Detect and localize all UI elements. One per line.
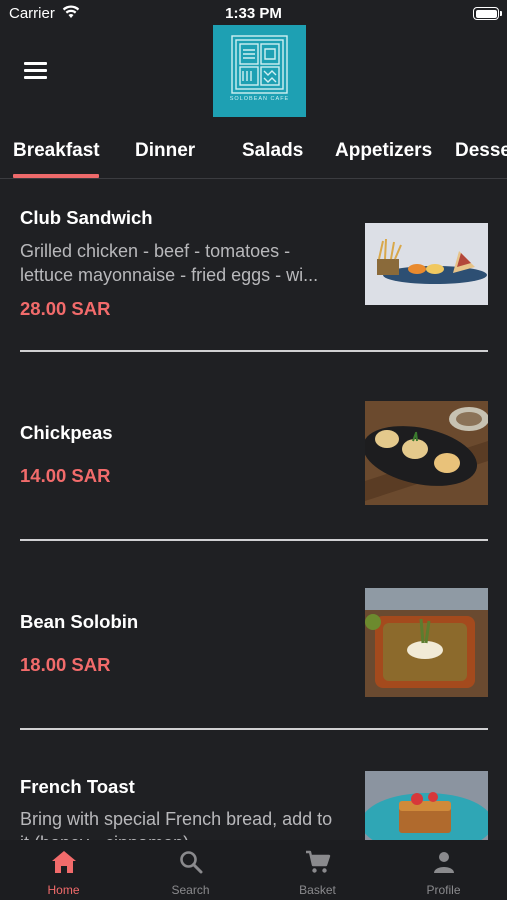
item-divider — [20, 350, 488, 352]
menu-item-french-toast[interactable]: French Toast Bring with special French b… — [20, 768, 488, 848]
nav-home[interactable]: Home — [0, 840, 127, 900]
item-name: French Toast — [20, 776, 135, 797]
item-name: Club Sandwich — [20, 207, 153, 228]
menu-line-icon — [24, 76, 47, 79]
tab-dinner[interactable]: Dinner — [135, 140, 195, 162]
battery-icon — [473, 7, 502, 20]
nav-label: Home — [47, 883, 80, 897]
french-toast-photo — [365, 771, 488, 840]
nav-basket[interactable]: Basket — [254, 840, 381, 900]
item-divider — [20, 539, 488, 541]
item-name: Bean Solobin — [20, 611, 139, 632]
nav-search[interactable]: Search — [127, 840, 254, 900]
logo-mark-icon — [231, 35, 288, 94]
cafe-logo: SOLOBEAN CAFE — [213, 25, 306, 117]
menu-item-club-sandwich[interactable]: Club Sandwich Grilled chicken - beef - t… — [20, 200, 488, 330]
menu-item-chickpeas[interactable]: Chickpeas 14.00 SAR — [20, 398, 488, 508]
active-tab-indicator — [13, 174, 99, 178]
person-icon — [433, 852, 454, 873]
item-name: Chickpeas — [20, 422, 113, 443]
bean-solobin-photo — [365, 588, 488, 697]
clock: 1:33 PM — [225, 5, 282, 22]
tab-salads[interactable]: Salads — [242, 140, 303, 162]
nav-label: Profile — [426, 883, 461, 897]
nav-label: Search — [171, 883, 210, 897]
chickpeas-photo — [365, 401, 488, 505]
logo-text: SOLOBEAN CAFE — [229, 96, 290, 102]
item-description: Grilled chicken - beef - tomatoes - lett… — [20, 241, 319, 285]
tab-breakfast[interactable]: Breakfast — [13, 140, 100, 162]
cart-icon — [305, 850, 330, 873]
home-icon — [51, 851, 76, 873]
nav-label: Basket — [299, 883, 336, 897]
item-price: 14.00 SAR — [20, 465, 111, 486]
menu-item-bean-solobin[interactable]: Bean Solobin 18.00 SAR — [20, 586, 488, 701]
status-bar: Carrier 1:33 PM — [0, 0, 507, 28]
menu-line-icon — [24, 62, 47, 65]
hamburger-menu-button[interactable] — [24, 62, 47, 80]
item-price: 18.00 SAR — [20, 654, 111, 675]
nav-profile[interactable]: Profile — [380, 840, 507, 900]
item-description: Bring with special French bread, add to … — [20, 809, 333, 841]
tab-desserts[interactable]: Desse — [455, 140, 507, 162]
item-price: 28.00 SAR — [20, 298, 111, 319]
item-divider — [20, 728, 488, 730]
menu-line-icon — [24, 69, 47, 72]
bottom-navigation: Home Search Basket Profile — [0, 840, 507, 900]
tab-appetizers[interactable]: Appetizers — [335, 140, 432, 162]
search-icon — [179, 851, 202, 874]
category-tabs: Breakfast Dinner Salads Appetizers Desse — [0, 128, 507, 179]
club-sandwich-photo — [365, 223, 488, 305]
